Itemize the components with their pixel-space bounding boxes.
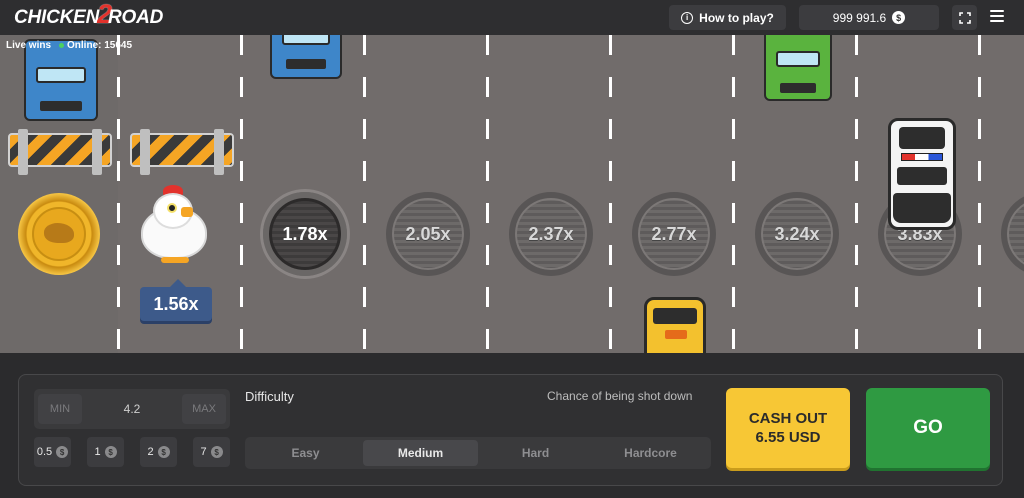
lane-divider	[363, 35, 366, 353]
dollar-coin-icon: $	[210, 446, 223, 458]
info-icon: i	[681, 11, 694, 24]
truck-grille	[780, 83, 816, 93]
current-multiplier-badge: 1.56x	[140, 279, 212, 321]
difficulty-medium-tab[interactable]: Medium	[363, 440, 478, 466]
live-stats: Live wins Online: 15645	[6, 40, 132, 51]
quick-bet-chip[interactable]: 7 $	[193, 437, 230, 467]
how-to-play-button[interactable]: i How to play?	[669, 5, 786, 30]
truck-grille	[286, 59, 326, 69]
lane-divider	[486, 35, 489, 353]
how-to-play-label: How to play?	[699, 10, 774, 25]
difficulty-hardcore-tab[interactable]: Hardcore	[593, 440, 708, 466]
lane-divider	[117, 35, 120, 353]
difficulty-easy-tab[interactable]: Easy	[248, 440, 363, 466]
yellow-taxi	[644, 297, 706, 353]
lane-divider	[978, 35, 981, 353]
live-wins-label[interactable]: Live wins	[6, 40, 51, 51]
dollar-coin-icon: $	[157, 446, 170, 458]
online-counter: Online: 15645	[59, 40, 132, 51]
cash-out-amount: 6.55 USD	[755, 429, 821, 446]
lane-divider	[609, 35, 612, 353]
siren-lights	[901, 153, 943, 161]
blue-truck	[270, 35, 342, 79]
chicken-player	[137, 185, 209, 265]
cash-out-label: CASH OUT	[748, 410, 828, 427]
road-barrier	[8, 129, 112, 175]
truck-windshield	[776, 51, 820, 67]
lane-divider	[732, 35, 735, 353]
quick-bet-chip[interactable]: 2 $	[140, 437, 177, 467]
min-bet-button[interactable]: MIN	[38, 394, 82, 424]
truck-windshield	[36, 67, 86, 83]
police-car	[888, 118, 956, 230]
manhole-multiplier[interactable]: 2.37x	[509, 192, 593, 276]
quick-bet-chips: 0.5 $ 1 $ 2 $ 7 $	[34, 437, 230, 467]
lane-divider	[240, 35, 243, 353]
cash-out-button[interactable]: CASH OUT 6.55 USD	[726, 388, 850, 468]
difficulty-hard-tab[interactable]: Hard	[478, 440, 593, 466]
taxi-sign	[665, 330, 687, 339]
green-truck	[764, 35, 832, 101]
balance-display: 999 991.6 $	[799, 5, 939, 30]
manhole-multiplier[interactable]: 4	[1001, 192, 1024, 276]
difficulty-heading: Difficulty	[245, 389, 294, 404]
game-logo: CHICKEN 2 ROAD	[14, 0, 164, 32]
manhole-multiplier[interactable]: 2.77x	[632, 192, 716, 276]
dollar-coin-icon: $	[56, 446, 69, 458]
fullscreen-button[interactable]	[952, 5, 977, 30]
blue-truck	[24, 39, 98, 121]
bet-amount-value[interactable]: 4.2	[86, 402, 178, 416]
manhole-multiplier[interactable]: 2.05x	[386, 192, 470, 276]
road-barrier	[130, 129, 234, 175]
truck-windshield	[282, 35, 330, 45]
truck-grille	[40, 101, 82, 111]
dollar-coin-icon: $	[892, 11, 906, 24]
dollar-coin-icon: $	[104, 446, 117, 458]
chance-label: Chance of being shot down	[547, 389, 693, 403]
max-bet-button[interactable]: MAX	[182, 394, 226, 424]
fullscreen-icon	[958, 11, 971, 24]
manhole-multiplier[interactable]: 1.78x	[263, 192, 347, 276]
manhole-multiplier[interactable]: 3.24x	[755, 192, 839, 276]
control-panel: MIN 4.2 MAX 0.5 $ 1 $ 2 $ 7 $ Difficulty Cha…	[18, 374, 1003, 486]
start-coin-chicken-icon	[18, 193, 100, 275]
balance-value: 999 991.6	[832, 10, 887, 25]
lane-divider	[855, 35, 858, 353]
quick-bet-chip[interactable]: 0.5 $	[34, 437, 71, 467]
difficulty-selector: Easy Medium Hard Hardcore	[245, 437, 711, 469]
go-button[interactable]: GO	[866, 388, 990, 468]
game-road: Live wins Online: 15645 1.56x 1.78x 2.05…	[0, 35, 1024, 353]
bet-amount-field[interactable]: MIN 4.2 MAX	[34, 389, 230, 429]
online-dot-icon	[59, 43, 65, 48]
hamburger-menu-icon[interactable]	[990, 10, 1004, 23]
logo-text-chicken: CHICKEN	[14, 7, 100, 28]
top-bar: CHICKEN 2 ROAD i How to play? 999 991.6 …	[0, 0, 1024, 35]
logo-text-road: ROAD	[108, 7, 164, 28]
quick-bet-chip[interactable]: 1 $	[87, 437, 124, 467]
